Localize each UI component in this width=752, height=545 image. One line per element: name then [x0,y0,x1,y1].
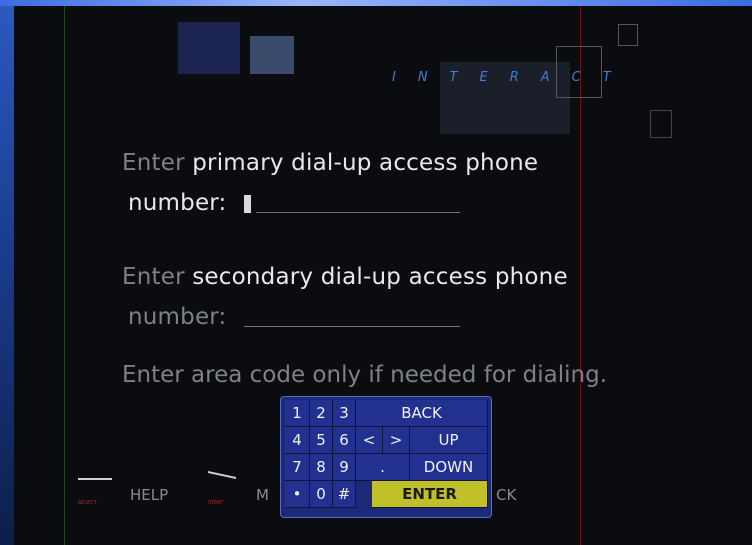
top-border [0,0,752,6]
select-tiny-label: SELECT [78,500,97,506]
secondary-number-label: Enter secondary dial-up access phone [122,264,568,290]
number-label: number: [128,304,227,330]
key-star[interactable]: • [285,481,310,508]
label-prefix: Enter [122,264,193,290]
key-6[interactable]: 6 [333,427,356,454]
screen: INTERACT Enter primary dial-up access ph… [0,0,752,545]
label-highlight: primary dial-up access phone [192,150,539,176]
label-highlight: secondary dial-up access phone [192,264,568,290]
decor-box [618,24,638,46]
back-label[interactable]: CK [496,486,516,504]
primary-number-field[interactable] [256,212,460,213]
decor-block [178,22,240,74]
key-3[interactable]: 3 [333,400,356,427]
divider-line [64,6,65,545]
key-5[interactable]: 5 [310,427,333,454]
number-label: number: [128,190,227,216]
key-left[interactable]: < [356,427,383,454]
text-cursor [244,195,251,213]
area-code-note: Enter area code only if needed for diali… [122,362,608,388]
label-prefix: Enter [122,150,193,176]
key-enter[interactable]: ENTER [372,481,488,508]
key-dot[interactable]: . [356,454,410,481]
key-4[interactable]: 4 [285,427,310,454]
key-0[interactable]: 0 [310,481,333,508]
key-8[interactable]: 8 [310,454,333,481]
decor-block [250,36,294,74]
primary-number-label: Enter primary dial-up access phone [122,150,538,176]
secondary-number-suffix: number: [128,304,227,330]
on-screen-keypad: 1 2 3 BACK 4 5 6 < > UP 7 8 9 . DOWN • 0… [280,396,492,518]
key-up[interactable]: UP [410,427,488,454]
brand-logo: INTERACT [392,70,633,85]
secondary-number-field[interactable] [244,326,460,327]
key-9[interactable]: 9 [333,454,356,481]
start-tiny-label: START [208,500,224,506]
key-hash[interactable]: # [333,481,356,508]
help-label[interactable]: HELP [130,486,168,504]
key-7[interactable]: 7 [285,454,310,481]
key-back[interactable]: BACK [356,400,488,427]
primary-number-suffix: number: [128,190,227,216]
start-button-icon [208,471,236,495]
key-2[interactable]: 2 [310,400,333,427]
key-1[interactable]: 1 [285,400,310,427]
menu-label[interactable]: M [256,486,269,504]
key-down[interactable]: DOWN [410,454,488,481]
key-right[interactable]: > [383,427,410,454]
select-button-icon [78,478,112,480]
decor-box [650,110,672,138]
